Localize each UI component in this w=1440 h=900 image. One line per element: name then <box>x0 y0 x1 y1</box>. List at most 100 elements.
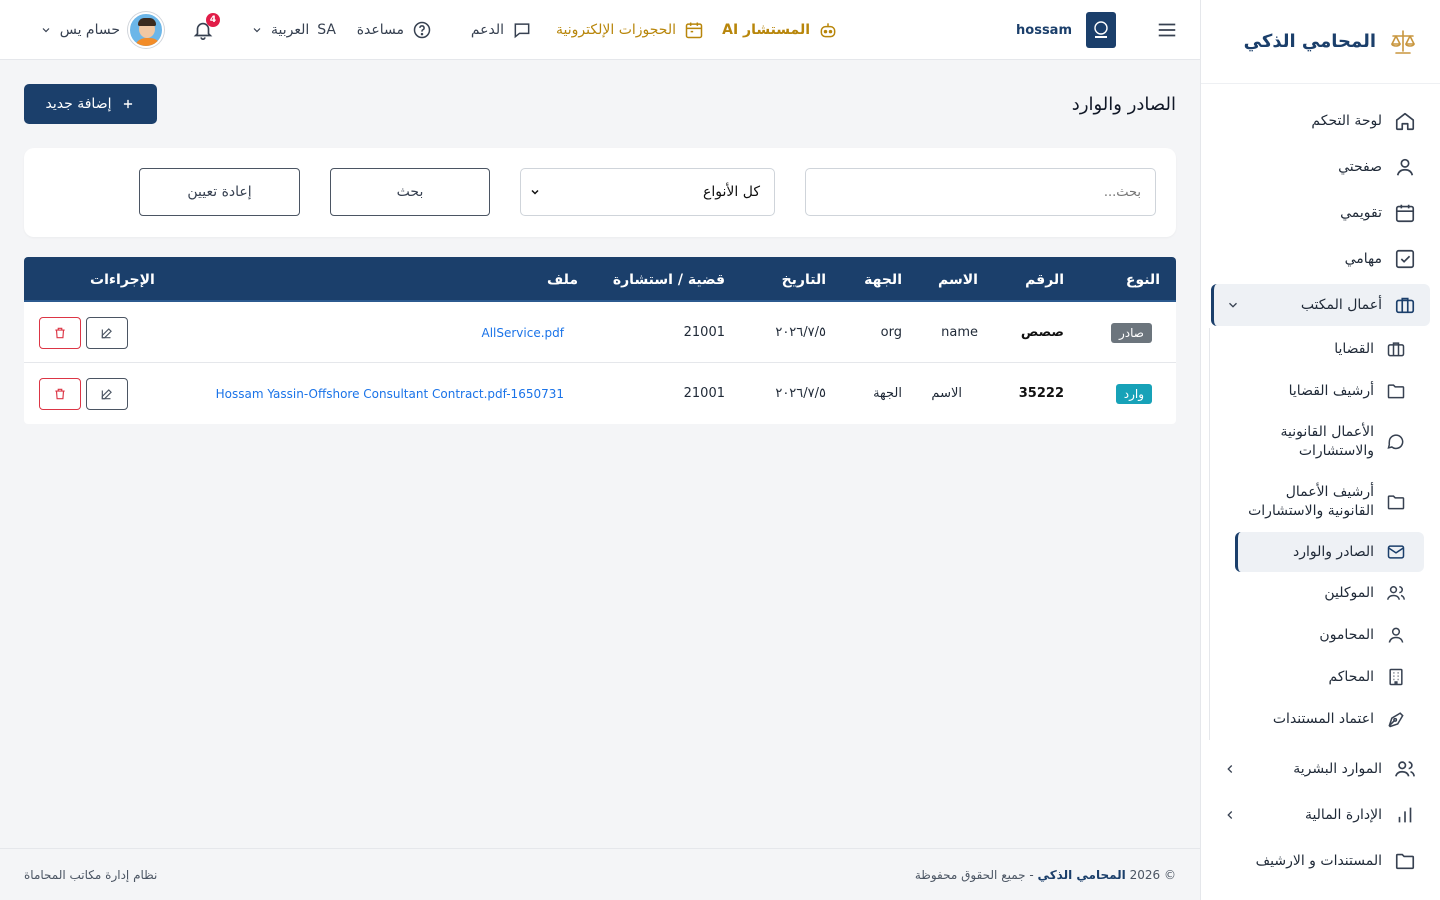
filter-card: كل الأنواع بحث إعادة تعيين <box>24 148 1176 237</box>
support-link[interactable]: الدعم <box>471 0 532 60</box>
table-row: وارد 35222 الاسم الجهة ٢٠٢٦/٧/٥ 21001 Ho… <box>24 363 1176 424</box>
correspondence-table: النوع الرقم الاسم الجهة التاريخ قضية / ا… <box>24 257 1176 424</box>
users-icon <box>1386 583 1406 603</box>
sidebar-item-label: اعتماد المستندات <box>1272 710 1374 727</box>
table-header: النوع الرقم الاسم الجهة التاريخ قضية / ا… <box>24 257 1176 302</box>
add-new-button[interactable]: إضافة جديد <box>24 84 157 124</box>
sidebar-item-clients[interactable]: الموكلين <box>1201 572 1416 614</box>
edit-icon <box>100 326 114 340</box>
sidebar-item-calendar[interactable]: تقويمي <box>1201 190 1440 236</box>
type-select[interactable]: كل الأنواع <box>520 168 775 216</box>
header-date: التاريخ <box>781 271 826 288</box>
pen-icon <box>1386 709 1406 729</box>
user-icon <box>1386 625 1406 645</box>
footer-system: نظام إدارة مكاتب المحاماة <box>24 867 158 882</box>
scales-logo-icon <box>1388 27 1418 57</box>
search-button[interactable]: بحث <box>330 168 490 216</box>
file-link[interactable]: AllService.pdf <box>482 326 565 340</box>
footer-rights: - جميع الحقوق محفوظة <box>914 867 1034 882</box>
folder-icon <box>1386 492 1406 512</box>
sidebar-item-legal-works-archive[interactable]: أرشيف الأعمال القانونية والاستشارات <box>1201 472 1416 532</box>
sidebar-item-my-page[interactable]: صفحتي <box>1201 144 1440 190</box>
avatar <box>128 12 164 48</box>
folder-icon <box>1386 381 1406 401</box>
sidebar-item-courts[interactable]: المحاكم <box>1201 656 1416 698</box>
sidebar-item-legal-works[interactable]: الأعمال القانونية والاستشارات <box>1201 412 1416 472</box>
chevron-down-icon <box>40 24 52 36</box>
row-party: الجهة <box>873 386 902 401</box>
folder-icon <box>1394 850 1416 872</box>
delete-button[interactable] <box>39 317 81 349</box>
support-label: الدعم <box>470 22 504 38</box>
hamburger-icon <box>1156 19 1178 41</box>
type-badge: وارد <box>1115 383 1152 404</box>
notifications-button[interactable]: 4 <box>192 0 220 60</box>
sidebar-item-label: الصادر والوارد <box>1292 543 1374 560</box>
sidebar-item-office-work[interactable]: أعمال المكتب <box>1211 284 1430 326</box>
file-link[interactable]: Hossam Yassin-Offshore Consultant Contra… <box>216 387 564 401</box>
sidebar-item-finance[interactable]: الإدارة المالية <box>1201 792 1440 838</box>
chevron-down-icon <box>529 186 541 198</box>
mail-icon <box>1386 542 1406 562</box>
header-number: الرقم <box>1025 271 1064 288</box>
sidebar: المحامي الذكي لوحة التحكم صفحتي تقويمي م… <box>1200 0 1440 900</box>
e-bookings-label: الحجوزات الإلكترونية <box>556 22 676 38</box>
search-input[interactable] <box>805 168 1156 216</box>
e-bookings-link[interactable]: الحجوزات الإلكترونية <box>556 0 704 60</box>
sidebar-item-document-approval[interactable]: اعتماد المستندات <box>1201 698 1416 740</box>
reset-button[interactable]: إعادة تعيين <box>139 168 300 216</box>
brand[interactable]: المحامي الذكي <box>1201 0 1440 84</box>
header-party: الجهة <box>864 271 902 288</box>
delete-button[interactable] <box>39 378 81 410</box>
row-name: name <box>941 325 978 340</box>
sidebar-item-documents-archive[interactable]: المستندات و الارشيف <box>1201 838 1440 884</box>
sidebar-item-label: أرشيف القضايا <box>1288 382 1374 399</box>
sidebar-item-label: صفحتي <box>1338 159 1382 175</box>
edit-button[interactable] <box>86 317 128 349</box>
ai-advisor-label: المستشار AI <box>722 22 810 38</box>
language-code: SA <box>317 22 336 38</box>
chevron-left-icon <box>1223 762 1237 776</box>
sidebar-item-lawyers[interactable]: المحامون <box>1201 614 1416 656</box>
sidebar-item-label: المحاكم <box>1328 668 1374 685</box>
footer: © 2026 المحامي الذكي - جميع الحقوق محفوظ… <box>0 848 1200 900</box>
user-name[interactable]: hossam <box>1016 0 1072 60</box>
row-number: 35222 <box>1018 386 1064 401</box>
users-icon <box>1394 758 1416 780</box>
bar-chart-icon <box>1394 804 1416 826</box>
question-circle-icon <box>412 20 432 40</box>
calendar-icon <box>1394 202 1416 224</box>
sidebar-item-incoming-outgoing[interactable]: الصادر والوارد <box>1235 532 1424 572</box>
language-selector[interactable]: SA العربية <box>251 0 336 60</box>
sidebar-item-label: مهامي <box>1344 251 1382 267</box>
sidebar-item-dashboard[interactable]: لوحة التحكم <box>1201 98 1440 144</box>
copyright-prefix: © 2026 <box>1129 867 1176 882</box>
chevron-down-icon <box>251 24 263 36</box>
sidebar-item-cases[interactable]: القضايا <box>1201 328 1416 370</box>
chevron-down-icon <box>1226 298 1240 312</box>
type-select-value: كل الأنواع <box>703 184 760 200</box>
topbar: hossam المستشار AI الحجوزات الإلكترونية … <box>0 0 1200 60</box>
row-party: org <box>880 325 902 340</box>
row-number: صصص <box>1020 325 1064 340</box>
menu-button[interactable] <box>1156 0 1178 60</box>
sidebar-item-label: الموارد البشرية <box>1293 761 1382 777</box>
ai-advisor-link[interactable]: المستشار AI <box>722 0 838 60</box>
building-icon <box>1386 667 1406 687</box>
sidebar-item-hr[interactable]: الموارد البشرية <box>1201 746 1440 792</box>
sidebar-item-label: الإدارة المالية <box>1304 807 1382 823</box>
help-link[interactable]: مساعدة <box>357 0 432 60</box>
row-date: ٢٠٢٦/٧/٥ <box>775 386 826 401</box>
sidebar-item-label: المستندات و الارشيف <box>1255 853 1382 869</box>
row-case: 21001 <box>683 386 725 401</box>
sidebar-item-cases-archive[interactable]: أرشيف القضايا <box>1201 370 1416 412</box>
checkbox-icon <box>1394 248 1416 270</box>
header-actions: الإجراءات <box>90 271 155 288</box>
sidebar-item-label: الموكلين <box>1324 584 1374 601</box>
edit-button[interactable] <box>86 378 128 410</box>
sidebar-item-tasks[interactable]: مهامي <box>1201 236 1440 282</box>
profile-menu[interactable]: حسام يس <box>40 0 164 60</box>
row-name: الاسم <box>931 386 962 401</box>
header-name: الاسم <box>938 271 978 288</box>
plus-icon <box>121 97 135 111</box>
